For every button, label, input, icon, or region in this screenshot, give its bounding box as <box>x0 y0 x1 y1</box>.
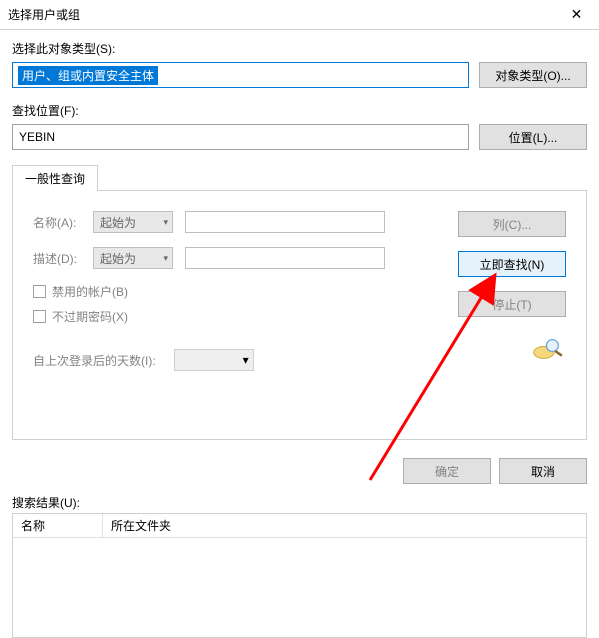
column-folder[interactable]: 所在文件夹 <box>103 514 586 537</box>
column-name[interactable]: 名称 <box>13 514 103 537</box>
location-value: YEBIN <box>19 130 55 144</box>
close-button[interactable]: ✕ <box>554 0 599 30</box>
object-type-value: 用户、组或内置安全主体 <box>18 66 158 85</box>
dialog-content: 选择此对象类型(S): 用户、组或内置安全主体 对象类型(O)... 查找位置(… <box>0 30 599 638</box>
desc-input[interactable] <box>185 247 385 269</box>
search-folder-icon <box>532 337 566 361</box>
name-match-combo[interactable]: 起始为 ▾ <box>93 211 173 233</box>
columns-button: 列(C)... <box>458 211 566 237</box>
search-results-label: 搜索结果(U): <box>12 494 587 511</box>
find-now-button[interactable]: 立即查找(N) <box>458 251 566 277</box>
ok-button: 确定 <box>403 458 491 484</box>
object-type-label: 选择此对象类型(S): <box>12 40 587 57</box>
name-label: 名称(A): <box>33 214 93 231</box>
object-type-button[interactable]: 对象类型(O)... <box>479 62 587 88</box>
days-since-logon-combo: ▾ <box>174 349 254 371</box>
no-expire-pwd-checkbox[interactable]: 不过期密码(X) <box>33 308 456 325</box>
location-field[interactable]: YEBIN <box>12 124 469 150</box>
desc-match-combo[interactable]: 起始为 ▾ <box>93 247 173 269</box>
search-results-list[interactable]: 名称 所在文件夹 <box>12 513 587 638</box>
window-title: 选择用户或组 <box>8 6 80 23</box>
results-header: 名称 所在文件夹 <box>13 514 586 538</box>
location-button[interactable]: 位置(L)... <box>479 124 587 150</box>
checkbox-icon <box>33 310 46 323</box>
days-since-logon-label: 自上次登录后的天数(I): <box>33 352 156 369</box>
object-type-field[interactable]: 用户、组或内置安全主体 <box>12 62 469 88</box>
title-bar: 选择用户或组 ✕ <box>0 0 599 30</box>
chevron-down-icon: ▾ <box>243 353 249 367</box>
disabled-account-checkbox[interactable]: 禁用的帐户(B) <box>33 283 456 300</box>
name-input[interactable] <box>185 211 385 233</box>
cancel-button[interactable]: 取消 <box>499 458 587 484</box>
chevron-down-icon: ▾ <box>163 253 168 264</box>
checkbox-icon <box>33 285 46 298</box>
stop-button: 停止(T) <box>458 291 566 317</box>
desc-label: 描述(D): <box>33 250 93 267</box>
tab-general-query[interactable]: 一般性查询 <box>12 165 98 191</box>
location-label: 查找位置(F): <box>12 102 587 119</box>
chevron-down-icon: ▾ <box>163 217 168 228</box>
